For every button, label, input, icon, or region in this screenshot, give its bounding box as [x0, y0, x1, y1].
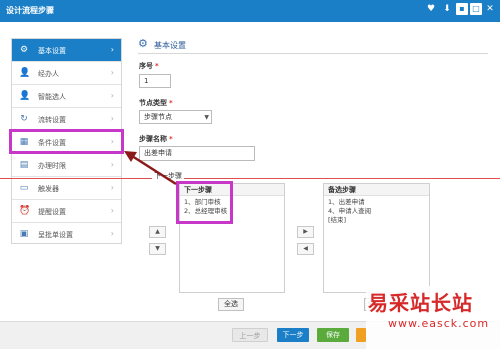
sidebar-item-label: 提醒设置	[38, 208, 66, 216]
chevron-right-icon: ›	[110, 160, 114, 169]
smart-user-icon: 👤	[19, 91, 31, 101]
maximize-icon[interactable]: □	[470, 3, 482, 15]
sidebar-item-flow-settings[interactable]: ↻ 流转设置 ›	[12, 108, 121, 131]
seq-input[interactable]: 1	[139, 74, 171, 88]
chevron-right-icon: ›	[110, 68, 114, 77]
chevron-right-icon: ›	[110, 45, 114, 54]
save-button[interactable]: 保存	[317, 328, 349, 342]
list-item[interactable]: 4、申请人查阅	[324, 207, 429, 216]
prev-step-button[interactable]: 上一步	[232, 328, 268, 342]
seq-label: 序号 *	[139, 62, 159, 70]
node-type-select[interactable]: 步骤节点 ▼	[139, 110, 212, 124]
list-item[interactable]: [结束]	[324, 216, 429, 225]
sidebar-item-label: 基本设置	[38, 47, 66, 55]
sidebar-item-trigger[interactable]: ▭ 触发器 ›	[12, 177, 121, 200]
next-step-button[interactable]: 下一步	[277, 328, 309, 342]
sidebar-item-label: 经办人	[38, 70, 59, 78]
gear-icon: ⚙	[138, 37, 148, 50]
select-all-button[interactable]: 全选	[218, 298, 244, 311]
watermark-brand: 易采站长站	[368, 291, 473, 315]
node-type-label: 节点类型 *	[139, 99, 173, 107]
window-titlebar: 设计流程步骤 ♥ ⬇ ▪ □ ✕	[0, 0, 500, 22]
sidebar-item-label: 流转设置	[38, 116, 66, 124]
step-name-input[interactable]: 出差申请	[139, 146, 255, 161]
download-icon[interactable]: ⬇	[441, 3, 453, 15]
sidebar-item-label: 智能选人	[38, 93, 66, 101]
alt-step-list-header: 备选步骤	[324, 184, 429, 196]
close-button-partial[interactable]	[356, 328, 366, 342]
chevron-right-icon: ›	[110, 206, 114, 215]
sidebar-item-handler[interactable]: 👤 经办人 ›	[12, 62, 121, 85]
watermark-url: www.easck.com	[388, 317, 490, 330]
alt-step-list[interactable]: 备选步骤 1、出差申请 4、申请人查阅 [结束]	[323, 183, 430, 293]
heart-icon[interactable]: ♥	[425, 3, 437, 15]
sidebar-item-basic-settings[interactable]: ⚙ 基本设置 ›	[12, 39, 121, 62]
alarm-icon: ⏰	[19, 206, 31, 216]
chevron-right-icon: ›	[110, 183, 114, 192]
page-title: 基本设置	[154, 41, 186, 50]
sidebar-item-label: 触发器	[38, 185, 59, 193]
step-name-label: 步骤名称 *	[139, 135, 173, 143]
next-step-section-label: 下一步骤	[152, 171, 184, 181]
chevron-right-icon: ›	[110, 114, 114, 123]
highlight-next-step	[176, 181, 233, 224]
sidebar-item-smart-select[interactable]: 👤 智能选人 ›	[12, 85, 121, 108]
sidebar-item-time-limit[interactable]: ▤ 办理时限 ›	[12, 154, 121, 177]
list-item[interactable]: 1、出差申请	[324, 198, 429, 207]
sidebar-item-reminder[interactable]: ⏰ 提醒设置 ›	[12, 200, 121, 223]
move-up-button[interactable]: ▲	[149, 226, 166, 238]
chevron-right-icon: ›	[110, 91, 114, 100]
sidebar-item-approval-form[interactable]: ▣ 呈批单设置 ›	[12, 223, 121, 246]
form-icon: ▣	[19, 229, 29, 239]
move-right-button[interactable]: ▶	[297, 226, 314, 238]
window-icon: ▭	[19, 183, 29, 193]
window-title: 设计流程步骤	[6, 6, 54, 15]
gear-icon: ⚙	[19, 45, 29, 55]
close-icon[interactable]: ✕	[484, 3, 496, 15]
divider	[138, 53, 488, 54]
move-down-button[interactable]: ▼	[149, 243, 166, 255]
sidebar-item-label: 办理时限	[38, 162, 66, 170]
sidebar-item-label: 呈批单设置	[38, 231, 73, 239]
move-left-button[interactable]: ◀	[297, 243, 314, 255]
user-icon: 👤	[19, 68, 31, 78]
chevron-down-icon: ▼	[204, 114, 209, 121]
chevron-right-icon: ›	[110, 229, 114, 238]
timer-icon: ▤	[19, 160, 29, 170]
separator-line	[0, 178, 500, 179]
minimize-icon[interactable]: ▪	[456, 3, 468, 15]
highlight-condition-settings	[9, 129, 124, 154]
refresh-icon: ↻	[20, 114, 28, 124]
